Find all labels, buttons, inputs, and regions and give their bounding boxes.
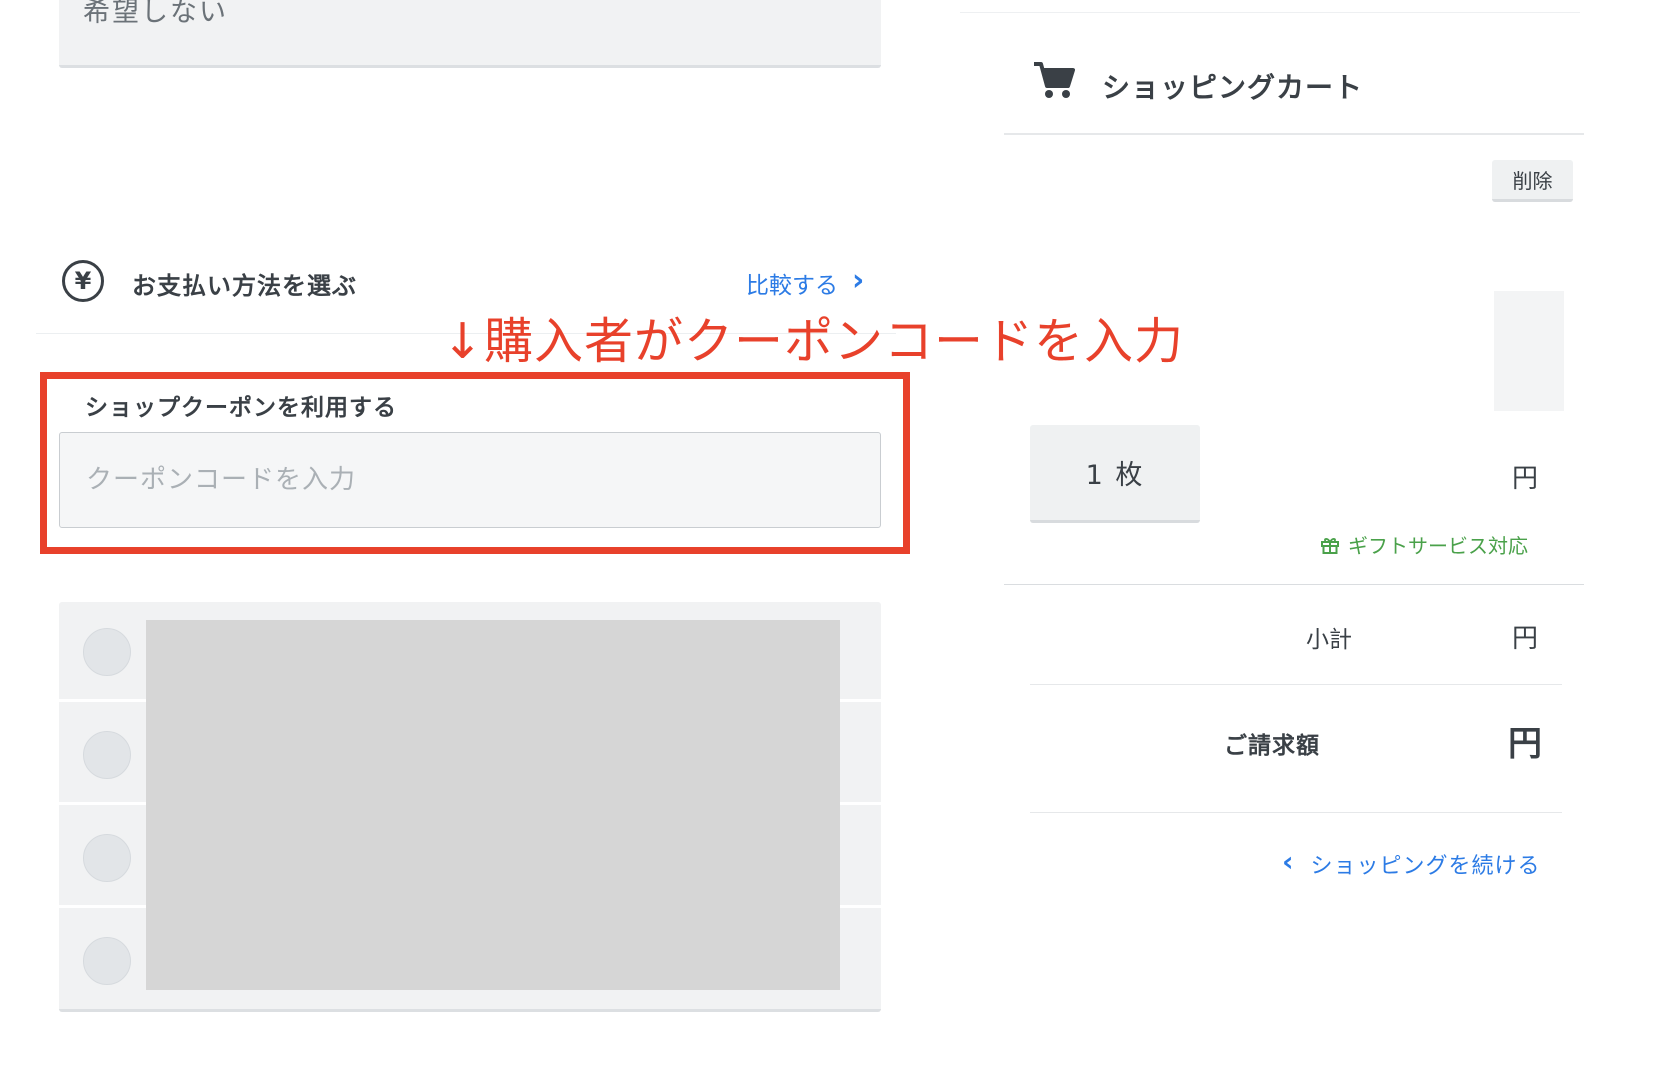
item-divider	[1004, 584, 1584, 585]
payment-option-radio[interactable]	[83, 628, 131, 676]
chevron-left-icon: ‹	[1282, 845, 1295, 878]
quantity-select[interactable]: 1 枚	[1030, 425, 1200, 523]
quantity-value: 1 枚	[1085, 460, 1145, 491]
payment-options-redacted-area	[146, 620, 840, 990]
yen-symbol: ¥	[74, 267, 92, 295]
total-label: ご請求額	[1224, 733, 1320, 759]
payment-section-title: お支払い方法を選ぶ	[132, 272, 357, 300]
payment-option-radio[interactable]	[83, 731, 131, 779]
delivery-preference-value: 希望しない	[83, 0, 228, 28]
subtotal-divider	[1030, 684, 1562, 685]
delivery-preference-select[interactable]: 希望しない	[59, 0, 881, 68]
annotation-text: ↓購入者がクーポンコードを入力	[442, 313, 1185, 370]
item-price-unit: 円	[1512, 464, 1539, 494]
payment-option-radio[interactable]	[83, 834, 131, 882]
yen-icon: ¥	[62, 260, 104, 302]
chevron-right-icon: ›	[852, 263, 865, 298]
subtotal-label: 小計	[1306, 627, 1352, 653]
subtotal-value: 円	[1512, 624, 1539, 654]
cart-title: ショッピングカート	[1102, 71, 1364, 104]
top-divider	[960, 12, 1580, 13]
delete-item-button[interactable]: 削除	[1492, 160, 1573, 202]
gift-icon	[1321, 537, 1339, 554]
item-thumbnail	[1494, 291, 1564, 411]
continue-shopping-label: ショッピングを続ける	[1310, 854, 1541, 879]
payment-option-radio[interactable]	[83, 937, 131, 985]
gift-service-label: ギフトサービス対応	[1348, 534, 1528, 558]
coupon-code-input[interactable]	[59, 432, 881, 528]
total-value: 円	[1508, 724, 1542, 764]
coupon-label: ショップクーポンを利用する	[85, 395, 397, 421]
compare-link-label: 比較する	[746, 273, 838, 299]
checkout-page: 希望しない ¥ お支払い方法を選ぶ 比較する › ↓購入者がクーポンコードを入力…	[0, 0, 1674, 1068]
compare-payment-link[interactable]: 比較する ›	[746, 266, 864, 300]
total-divider	[1030, 812, 1562, 813]
gift-service-badge: ギフトサービス対応	[1320, 530, 1528, 559]
continue-shopping-link[interactable]: ‹ ショッピングを続ける	[1282, 848, 1541, 880]
cart-header-divider	[1004, 133, 1584, 135]
cart-icon	[1034, 62, 1075, 98]
